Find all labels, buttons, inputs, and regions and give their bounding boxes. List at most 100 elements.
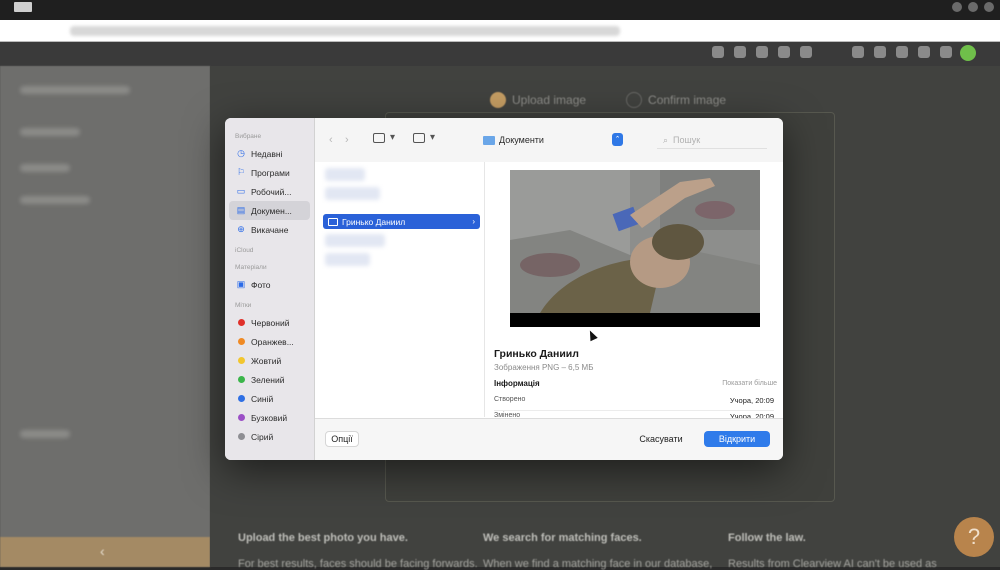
extension-icon[interactable] — [918, 46, 930, 58]
file-list-column: Гринько Даниил › — [315, 162, 485, 417]
sidebar-item-downloads[interactable]: ⊕ Викачане — [225, 220, 314, 239]
tag-dot-icon — [237, 357, 245, 364]
view-mode-button[interactable]: ▾ — [373, 132, 395, 143]
help-button[interactable]: ? — [954, 517, 994, 557]
search-placeholder: Пошук — [673, 135, 701, 145]
options-button[interactable]: Опції — [325, 431, 359, 447]
sidebar-item-label: Оранжев... — [251, 336, 294, 347]
chevron-left-icon: ‹ — [100, 543, 105, 559]
file-preview: Гринько Даниил Зображення PNG – 6,5 МБ І… — [485, 162, 783, 427]
step-upload: Upload image — [490, 92, 586, 108]
columns-view-icon — [373, 132, 385, 143]
info-column: Follow the law. Results from Clearview A… — [728, 532, 937, 570]
window-icon — [14, 2, 32, 12]
window-controls[interactable] — [952, 2, 994, 12]
window-dot-icon[interactable] — [968, 2, 978, 12]
profile-avatar[interactable] — [960, 45, 976, 61]
tag-dot-icon — [237, 338, 245, 345]
sidebar-tag-blue[interactable]: Синій — [225, 389, 314, 408]
sidebar-item-desktop[interactable]: ▭ Робочий... — [225, 182, 314, 201]
sidebar-tag-green[interactable]: Зелений — [225, 370, 314, 389]
step-number-icon — [626, 92, 643, 108]
sidebar-section-locations: Матеріали — [235, 264, 267, 271]
download-icon: ⊕ — [237, 224, 245, 234]
os-top-bar — [0, 0, 1000, 20]
window-dot-icon[interactable] — [952, 2, 962, 12]
list-item-selected[interactable]: Гринько Даниил › — [323, 214, 480, 229]
info-body: For best results, faces should be facing… — [238, 558, 478, 570]
address-bar[interactable] — [0, 20, 1000, 42]
list-item-blurred[interactable] — [325, 253, 370, 266]
sidebar-item-label: Фото — [251, 279, 271, 290]
image-thumbnail — [510, 170, 760, 327]
extension-icon[interactable] — [756, 46, 768, 58]
forward-button[interactable]: › — [345, 134, 349, 146]
upload-steps: Upload image Confirm image — [490, 92, 726, 108]
location-dropdown[interactable]: Документи ⌃ — [483, 132, 623, 148]
list-item-blurred[interactable] — [325, 234, 385, 247]
sidebar-item-photos[interactable]: ▣ Фото — [225, 275, 314, 294]
extension-icon[interactable] — [734, 46, 746, 58]
extension-icon[interactable] — [896, 46, 908, 58]
list-item-blurred[interactable] — [325, 168, 365, 181]
blurred-line — [20, 86, 130, 94]
dialog-sidebar: Вибране ◷ Недавні ⚐ Програми ▭ Робочий..… — [225, 118, 315, 460]
location-label: Документи — [499, 135, 544, 145]
sidebar-item-label: Синій — [251, 393, 274, 404]
tag-dot-icon — [237, 433, 245, 440]
sidebar-tag-yellow[interactable]: Жовтий — [225, 351, 314, 370]
sidebar-tag-red[interactable]: Червоний — [225, 313, 314, 332]
chevron-down-icon: ▾ — [430, 132, 436, 143]
blurred-line — [20, 164, 70, 172]
photos-icon: ▣ — [236, 279, 246, 289]
info-column: Upload the best photo you have. For best… — [238, 532, 478, 570]
info-title: Follow the law. — [728, 532, 806, 544]
show-more-link[interactable]: Показати більше — [722, 380, 777, 387]
browser-toolbar — [0, 42, 1000, 66]
sidebar-item-documents[interactable]: ▤ Докумен... — [229, 201, 310, 220]
extension-icon[interactable] — [874, 46, 886, 58]
extension-icon[interactable] — [778, 46, 790, 58]
sidebar-item-recents[interactable]: ◷ Недавні — [225, 144, 314, 163]
extension-icon[interactable] — [940, 46, 952, 58]
image-letterbox — [510, 313, 760, 327]
step-label: Upload image — [512, 93, 587, 107]
tag-dot-icon — [237, 414, 245, 421]
image-file-icon — [328, 217, 338, 226]
sidebar-item-label: Недавні — [251, 148, 283, 159]
extension-icon[interactable] — [852, 46, 864, 58]
tag-dot-icon — [237, 376, 245, 383]
sidebar-item-label: Червоний — [251, 317, 290, 328]
info-title: Upload the best photo you have. — [238, 532, 408, 544]
sidebar-tag-gray[interactable]: Сірий — [225, 427, 314, 446]
file-open-dialog: Вибране ◷ Недавні ⚐ Програми ▭ Робочий..… — [225, 118, 783, 460]
sidebar-item-label: Докумен... — [251, 205, 292, 216]
chevron-updown-icon: ⌃ — [612, 133, 623, 146]
extension-icon[interactable] — [800, 46, 812, 58]
info-column: We search for matching faces. When we fi… — [483, 532, 712, 570]
chevron-down-icon: ▾ — [390, 132, 396, 143]
extension-icons-right[interactable] — [852, 46, 952, 58]
back-button[interactable]: ‹ — [329, 134, 333, 146]
sidebar-item-label: Бузковий — [251, 412, 288, 423]
chevron-right-icon: › — [472, 217, 475, 226]
extension-icons[interactable] — [712, 46, 812, 58]
sidebar-item-applications[interactable]: ⚐ Програми — [225, 163, 314, 182]
url-text-blurred[interactable] — [70, 26, 620, 36]
open-button[interactable]: Відкрити — [704, 431, 770, 447]
step-label: Confirm image — [648, 93, 727, 107]
window-dot-icon[interactable] — [984, 2, 994, 12]
cancel-button[interactable]: Скасувати — [631, 431, 691, 447]
extension-icon[interactable] — [712, 46, 724, 58]
group-button[interactable]: ▾ — [413, 132, 435, 143]
photo-image — [510, 170, 760, 327]
sidebar-section-tags: Мітки — [235, 302, 252, 309]
search-input[interactable]: ⌕ Пошук — [657, 132, 767, 149]
sidebar-tag-orange[interactable]: Оранжев... — [225, 332, 314, 351]
list-item-blurred[interactable] — [325, 187, 380, 200]
sidebar-item-label: Викачане — [251, 224, 289, 235]
info-row-created: Створено Учора, 20:09 — [494, 396, 774, 411]
sidebar-section-icloud: iCloud — [235, 247, 254, 254]
sidebar-tag-purple[interactable]: Бузковий — [225, 408, 314, 427]
collapse-panel-button[interactable]: ‹ — [0, 537, 210, 567]
